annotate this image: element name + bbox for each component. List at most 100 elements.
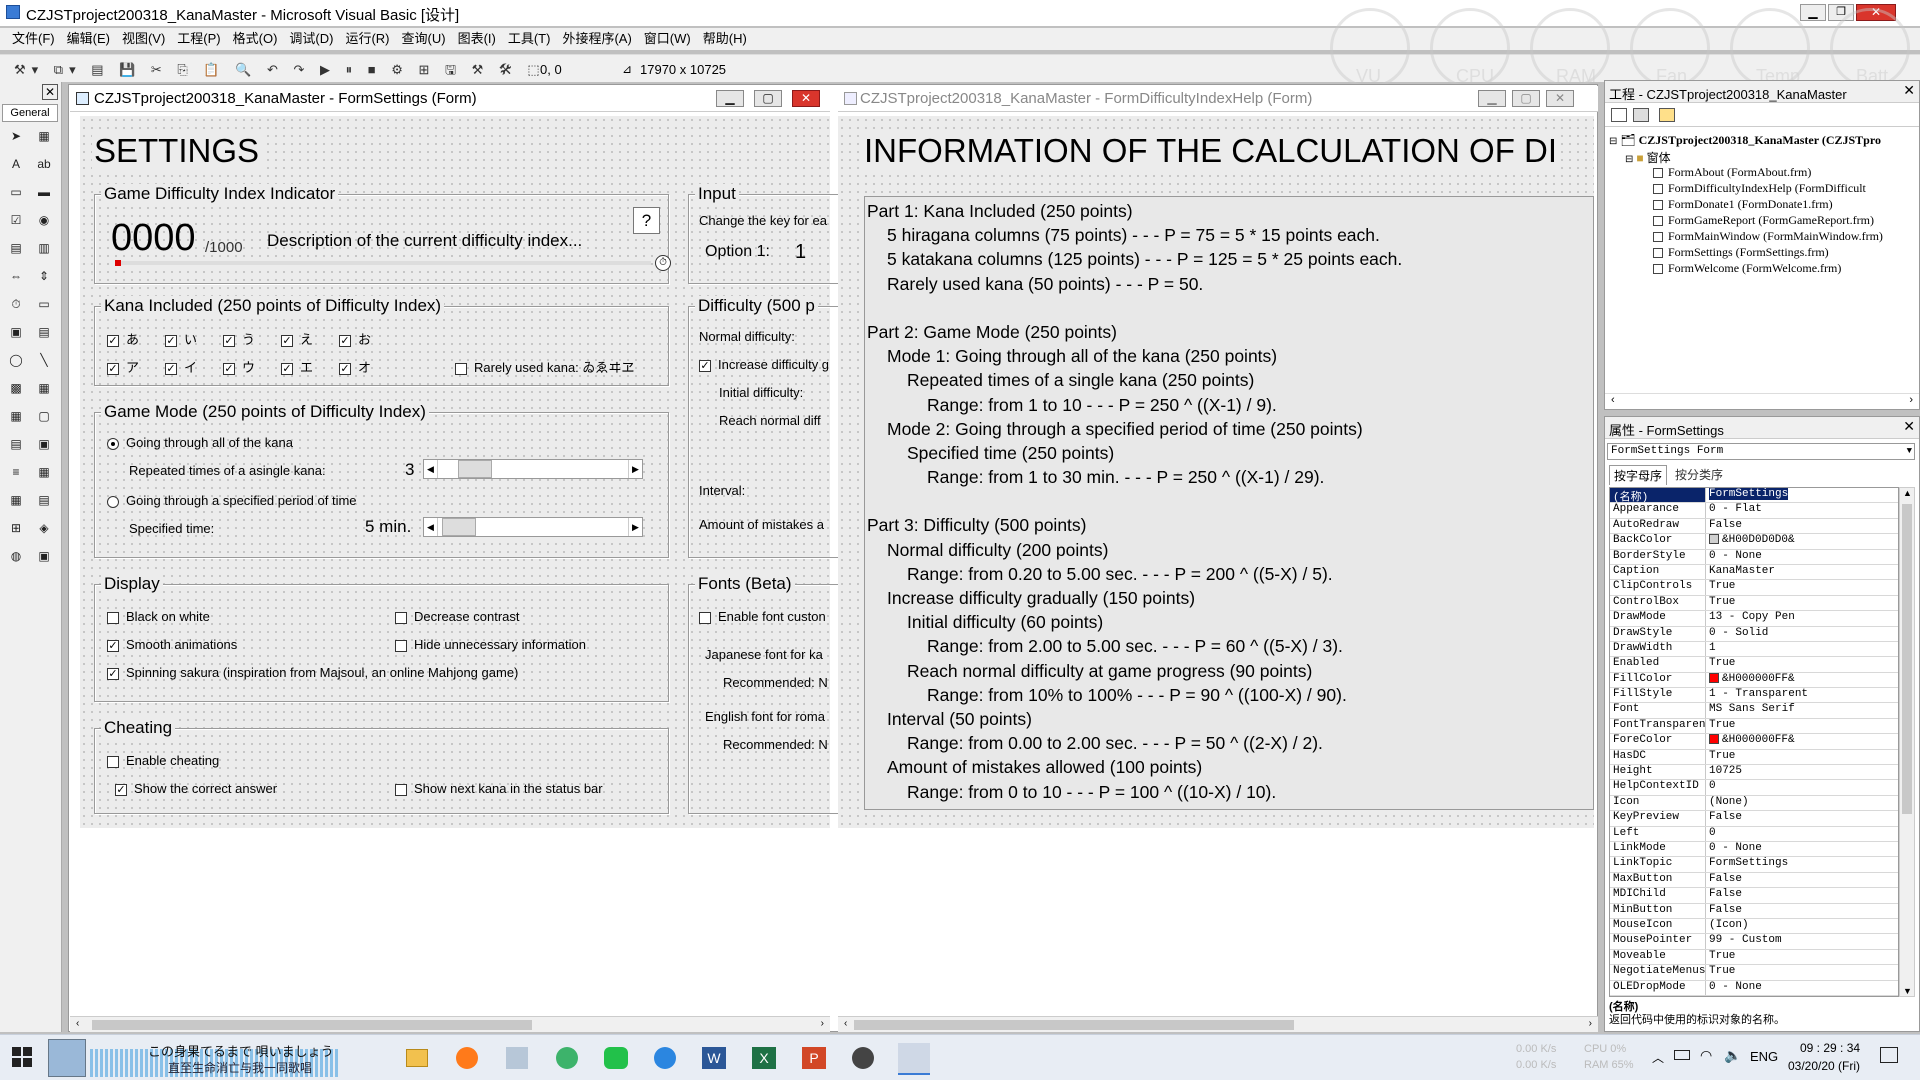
property-row[interactable]: MinButton False <box>1610 903 1898 919</box>
battery-icon[interactable] <box>1674 1050 1690 1060</box>
property-value[interactable]: False <box>1706 904 1898 918</box>
show-next-checkbox[interactable]: Show next kana in the status bar <box>395 781 603 796</box>
firefox-icon[interactable] <box>456 1047 478 1069</box>
property-value[interactable]: 0 - Solid <box>1706 627 1898 641</box>
mode-time-radio-dot[interactable] <box>107 495 119 508</box>
hscroll-left-arrow[interactable]: ‹ <box>76 1018 79 1029</box>
hiragana-checkbox-1[interactable]: ✓ い <box>165 329 197 348</box>
show-answer-check[interactable]: ✓ <box>115 783 127 796</box>
property-value[interactable]: 1 - Transparent <box>1706 688 1898 702</box>
property-row[interactable]: NegotiateMenus True <box>1610 965 1898 981</box>
hscroll-right-arrow[interactable]: › <box>821 1018 824 1029</box>
katakana-checkbox-2[interactable]: ✓ ウ <box>223 357 255 376</box>
toolbox-tool-17[interactable]: ╲ <box>34 350 54 370</box>
difficulty-help-button[interactable]: ? <box>633 207 660 234</box>
toolbox-tool-24[interactable]: ≡ <box>6 462 26 482</box>
katakana-checkbox-1[interactable]: ✓ イ <box>165 357 197 376</box>
ide-title-bar[interactable]: CZJSTproject200318_KanaMaster - Microsof… <box>0 0 1920 26</box>
notification-icon[interactable] <box>1880 1047 1898 1063</box>
toolbox-tool-2[interactable]: A <box>6 154 26 174</box>
property-row[interactable]: DrawMode 13 - Copy Pen <box>1610 611 1898 627</box>
menu-item-1[interactable]: 编辑(E) <box>61 28 116 50</box>
smooth-animations-checkbox[interactable]: ✓ Smooth animations <box>107 637 237 652</box>
project-close-icon[interactable]: ✕ <box>1903 82 1915 99</box>
property-value[interactable]: KanaMaster <box>1706 565 1898 579</box>
property-row[interactable]: FillStyle 1 - Transparent <box>1610 688 1898 704</box>
menu-item-3[interactable]: 工程(P) <box>171 28 226 50</box>
property-value[interactable]: (Icon) <box>1706 919 1898 933</box>
menu-item-5[interactable]: 调试(D) <box>283 28 339 50</box>
toolbox-tool-31[interactable]: ▣ <box>34 546 54 566</box>
increase-difficulty-check[interactable]: ✓ <box>699 359 711 372</box>
property-row[interactable]: MousePointer 99 - Custom <box>1610 934 1898 950</box>
form-settings-canvas[interactable]: SETTINGS Game Difficulty Index Indicator… <box>80 116 838 828</box>
rare-kana-check-box[interactable] <box>455 362 467 375</box>
property-value[interactable]: 99 - Custom <box>1706 934 1898 948</box>
clock-time[interactable]: 09 : 29 : 34 <box>1800 1041 1860 1055</box>
toolbox-tool-19[interactable]: ▦ <box>34 378 54 398</box>
spinning-sakura-checkbox[interactable]: ✓ Spinning sakura (inspiration from Majso… <box>107 665 518 680</box>
toolbox-tool-30[interactable]: ◍ <box>6 546 26 566</box>
help-hscroll-right-arrow[interactable]: › <box>1589 1018 1592 1029</box>
toolbox-tool-14[interactable]: ▣ <box>6 322 26 342</box>
property-value[interactable]: 13 - Copy Pen <box>1706 611 1898 625</box>
property-value[interactable]: 0 - Flat <box>1706 503 1898 517</box>
vb-taskbar-icon[interactable] <box>898 1043 930 1075</box>
menu-item-0[interactable]: 文件(F) <box>6 28 61 50</box>
mode-time-radio[interactable]: Going through a specified period of time <box>107 493 357 508</box>
property-row[interactable]: MDIChild False <box>1610 888 1898 904</box>
property-row[interactable]: Appearance 0 - Flat <box>1610 503 1898 519</box>
tab-categorized[interactable]: 按分类序 <box>1671 465 1727 484</box>
property-row[interactable]: Caption KanaMaster <box>1610 564 1898 581</box>
project-item[interactable]: FormAbout (FormAbout.frm) <box>1609 165 1915 181</box>
toolbox-tab-general[interactable]: General <box>2 104 58 122</box>
menu-item-4[interactable]: 格式(O) <box>227 28 284 50</box>
property-value[interactable]: &H000000FF& <box>1706 734 1898 748</box>
view-code-icon[interactable] <box>1611 108 1627 122</box>
project-item[interactable]: FormWelcome (FormWelcome.frm) <box>1609 261 1915 277</box>
settings-hscrollbar[interactable]: ‹ › <box>70 1016 830 1032</box>
hiragana-check-2[interactable]: ✓ <box>223 334 235 347</box>
toolbox-tool-8[interactable]: ▤ <box>6 238 26 258</box>
toolbox-tool-11[interactable]: ⇕ <box>34 266 54 286</box>
property-value[interactable]: &H00D0D0D0& <box>1706 534 1898 548</box>
toolbox-tool-13[interactable]: ▭ <box>34 294 54 314</box>
help-hscrollbar[interactable]: ‹ › <box>838 1016 1598 1032</box>
toolbox-tool-28[interactable]: ⊞ <box>6 518 26 538</box>
property-row[interactable]: BorderStyle 0 - None <box>1610 549 1898 565</box>
property-value[interactable]: False <box>1706 811 1898 825</box>
app-icon-3[interactable] <box>506 1047 528 1069</box>
property-value[interactable]: (None) <box>1706 796 1898 810</box>
hiragana-check-1[interactable]: ✓ <box>165 334 177 347</box>
enable-cheating-checkbox[interactable]: Enable cheating <box>107 753 219 768</box>
clock-date[interactable]: 03/20/20 (Fri) <box>1788 1059 1860 1073</box>
katakana-checkbox-4[interactable]: ✓ オ <box>339 357 371 376</box>
decrease-contrast-checkbox[interactable]: Decrease contrast <box>395 609 520 624</box>
property-row[interactable]: Left 0 <box>1610 826 1898 842</box>
form-close-button[interactable]: ✕ <box>792 90 820 107</box>
toolbox-tool-0[interactable]: ➤ <box>6 126 26 146</box>
property-value[interactable]: True <box>1706 965 1898 979</box>
property-value[interactable]: True <box>1706 580 1898 594</box>
property-value[interactable]: False <box>1706 519 1898 533</box>
app-icon-6[interactable] <box>654 1047 676 1069</box>
property-value[interactable]: False <box>1706 873 1898 887</box>
property-row[interactable]: Icon (None) <box>1610 795 1898 812</box>
property-grid-scrollbar[interactable]: ▲ ▼ <box>1899 487 1915 997</box>
property-value[interactable]: &H000000FF& <box>1706 673 1898 687</box>
property-row[interactable]: AutoRedraw False <box>1610 518 1898 535</box>
toolbox-tool-25[interactable]: ▦ <box>34 462 54 482</box>
project-item[interactable]: FormSettings (FormSettings.frm) <box>1609 245 1915 261</box>
menu-item-11[interactable]: 窗口(W) <box>638 28 697 50</box>
custom-font-checkbox[interactable]: Enable font custon <box>699 609 826 624</box>
hiragana-checkbox-3[interactable]: ✓ え <box>281 329 313 348</box>
hide-info-checkbox[interactable]: Hide unnecessary information <box>395 637 586 652</box>
property-value[interactable]: 0 <box>1706 827 1898 841</box>
property-value[interactable]: 0 <box>1706 780 1898 794</box>
project-root[interactable]: ⊟ 🗂 CZJSTproject200318_KanaMaster (CZJST… <box>1609 133 1915 149</box>
toolbox-tool-23[interactable]: ▣ <box>34 434 54 454</box>
toolbox-tool-20[interactable]: ▦ <box>6 406 26 426</box>
menu-item-12[interactable]: 帮助(H) <box>697 28 753 50</box>
form-maximize-button[interactable]: ▢ <box>754 90 782 107</box>
black-on-white-checkbox[interactable]: Black on white <box>107 609 210 624</box>
